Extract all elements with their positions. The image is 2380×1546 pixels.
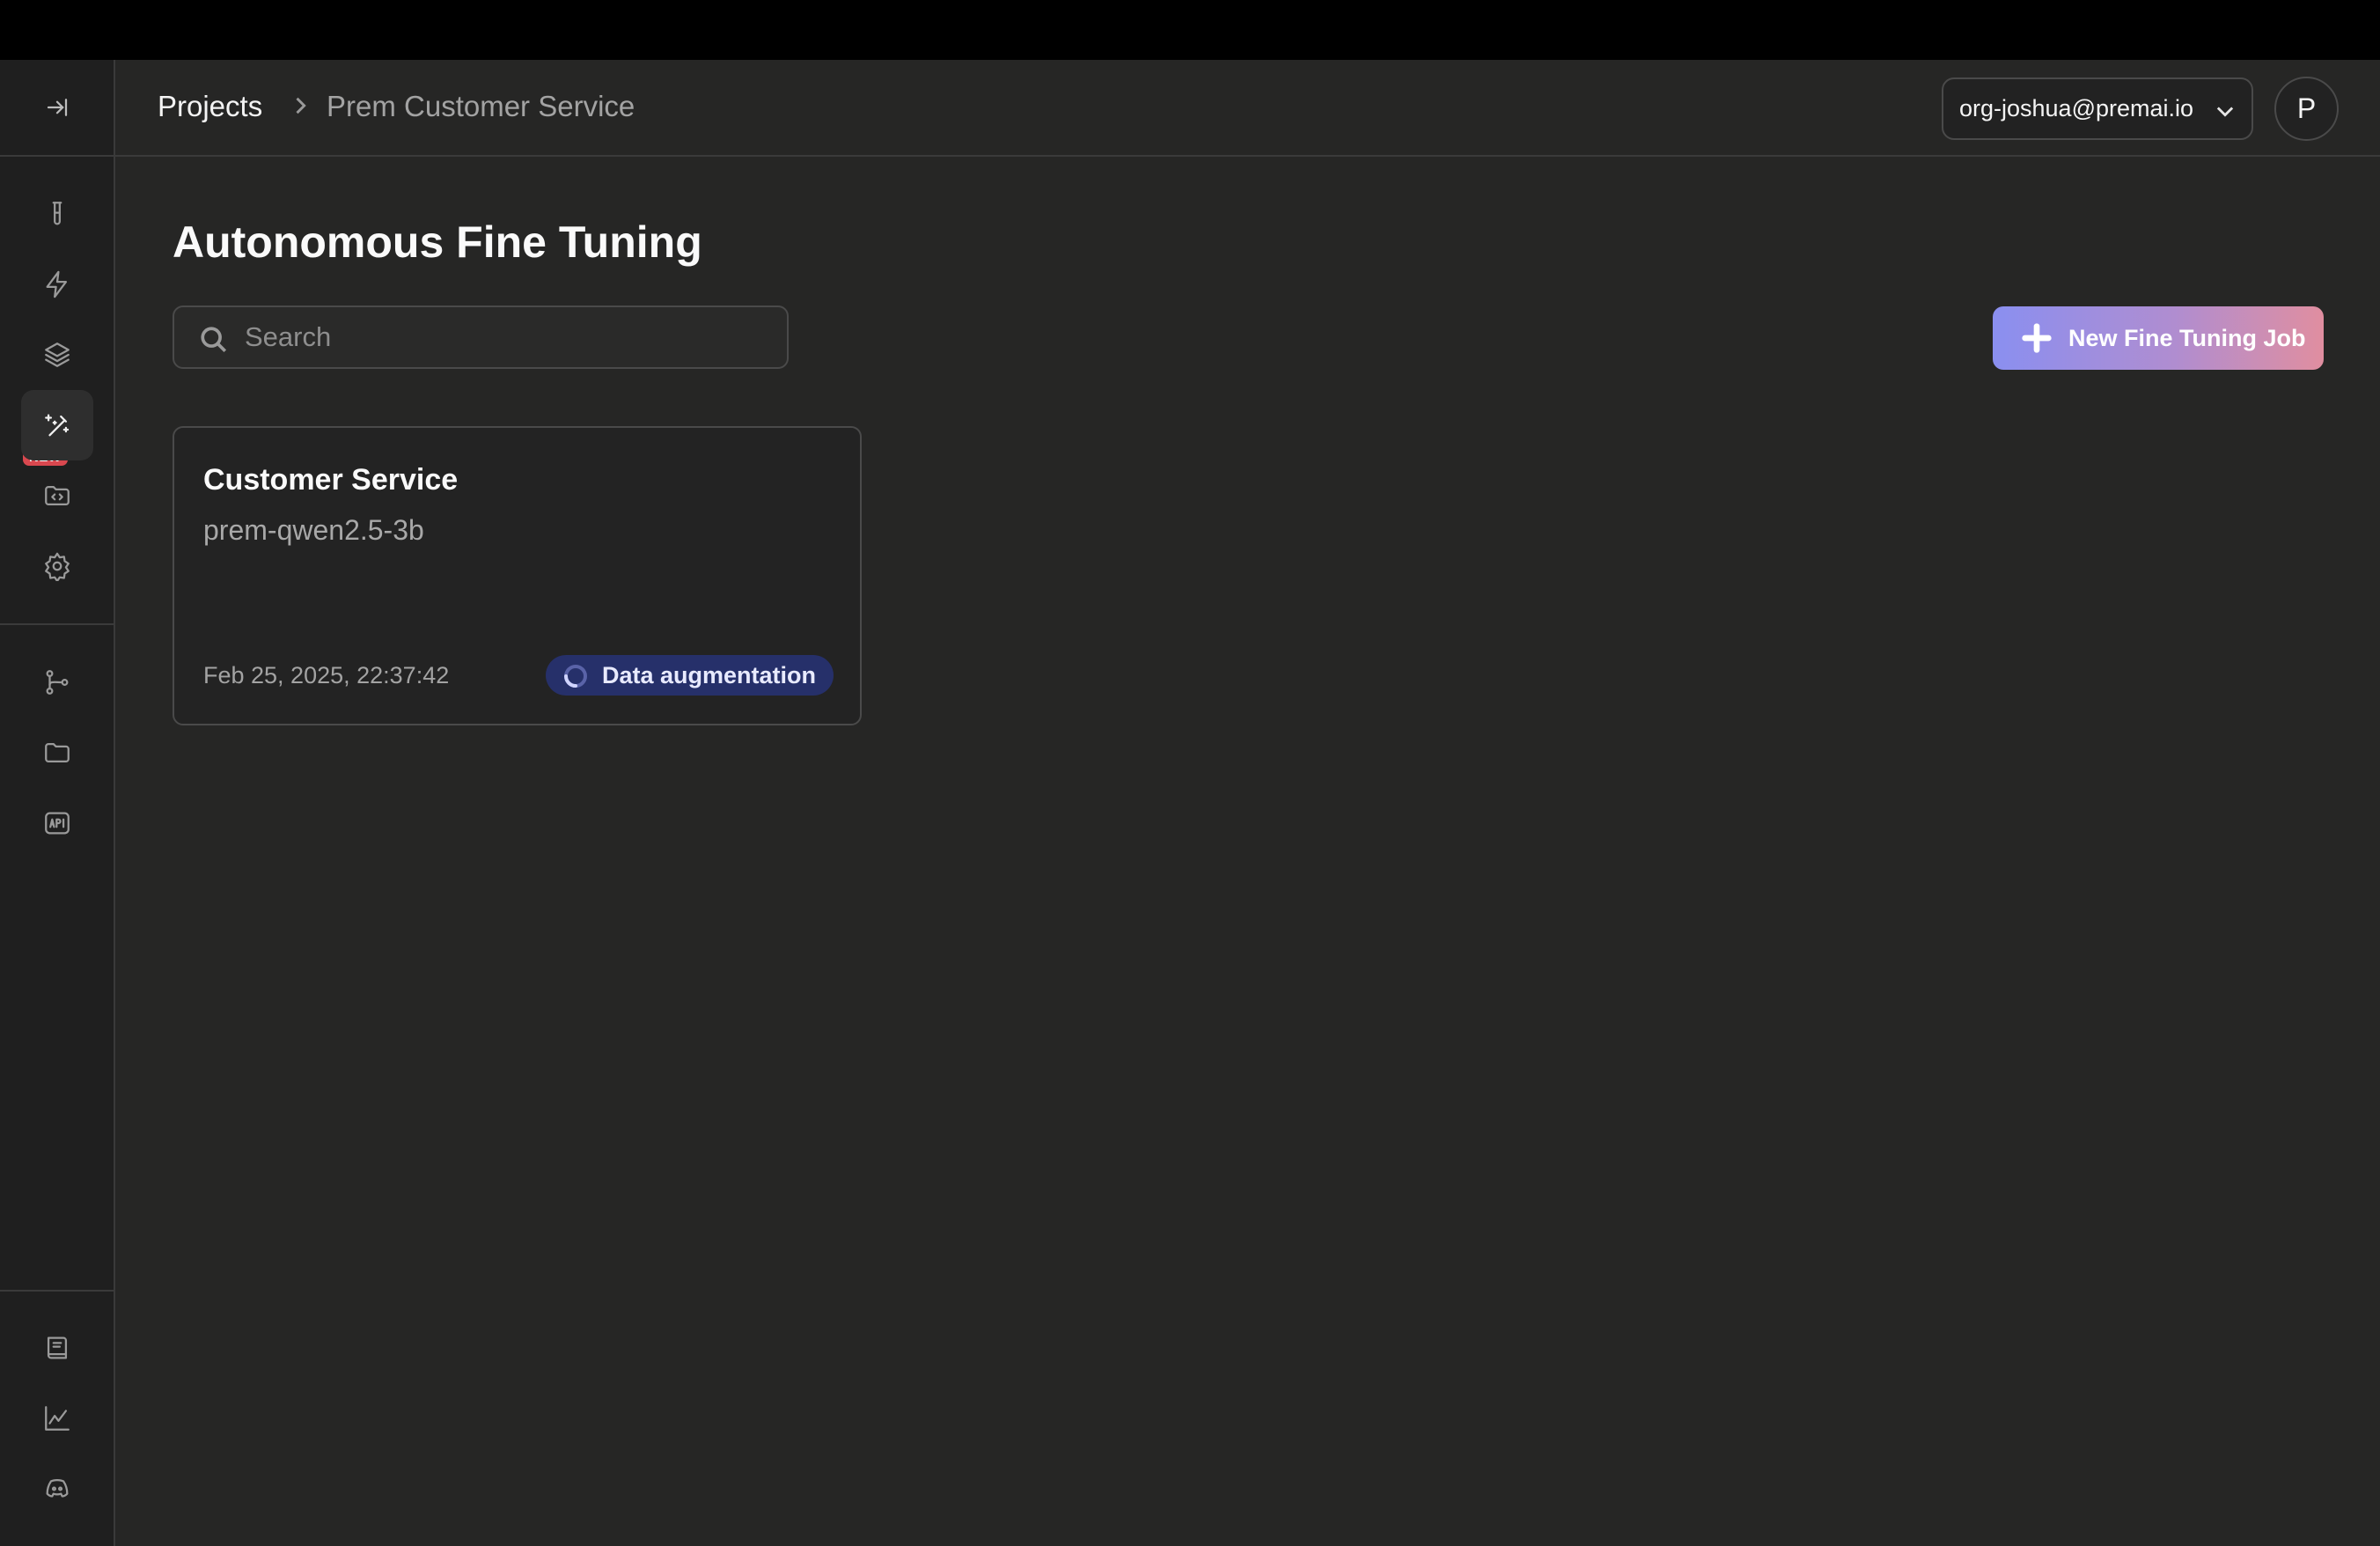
sidebar-item-playground[interactable]	[21, 179, 93, 249]
sidebar-item-code[interactable]	[21, 460, 93, 531]
job-created-date: Feb 25, 2025, 22:37:42	[203, 662, 450, 688]
status-label: Data augmentation	[602, 661, 817, 688]
avatar[interactable]: P	[2274, 77, 2339, 141]
test-tube-icon	[52, 202, 62, 225]
plus-icon	[2022, 323, 2052, 353]
sidebar-divider	[0, 623, 115, 625]
sidebar-divider-bottom	[0, 1290, 115, 1292]
search-input[interactable]	[245, 307, 773, 367]
window-top-bar	[0, 0, 2380, 60]
sidebar-item-api[interactable]	[21, 788, 93, 858]
code-folder-icon	[45, 485, 70, 506]
page-title: Autonomous Fine Tuning	[173, 217, 702, 267]
job-name: Customer Service	[203, 463, 459, 497]
org-selector[interactable]: org-joshua@premai.io	[1942, 77, 2253, 140]
sidebar-item-settings[interactable]	[21, 531, 93, 601]
job-model: prem-qwen2.5-3b	[203, 514, 424, 546]
discord-icon	[46, 1478, 69, 1498]
sidebar-item-launchpad[interactable]	[21, 249, 93, 320]
api-icon	[45, 812, 70, 835]
expand-sidebar-icon[interactable]	[44, 94, 70, 121]
spinner-icon	[564, 665, 587, 688]
sidebar-item-analytics[interactable]	[21, 1383, 93, 1454]
magic-wand-icon	[45, 414, 70, 437]
lightning-icon	[46, 270, 68, 298]
sidebar-item-pipelines[interactable]	[21, 647, 93, 718]
sidebar-item-datasets[interactable]	[21, 718, 93, 788]
sidebar-collapse-row	[0, 60, 114, 157]
folder-icon	[45, 742, 70, 763]
layers-icon	[45, 342, 70, 367]
git-branch-icon	[46, 670, 69, 695]
sidebar-item-discord[interactable]	[21, 1454, 93, 1524]
gear-icon	[45, 552, 70, 581]
sidebar-item-fine-tuning[interactable]	[21, 390, 93, 460]
new-job-button-label: New Fine Tuning Job	[2068, 324, 2306, 351]
chevron-right-icon	[288, 93, 312, 122]
docs-book-icon	[47, 1336, 68, 1359]
breadcrumb-projects[interactable]: Projects	[158, 90, 262, 123]
new-fine-tuning-job-button[interactable]: New Fine Tuning Job	[1993, 306, 2324, 370]
search-box[interactable]	[173, 306, 789, 369]
job-card[interactable]: Customer Service prem-qwen2.5-3b Feb 25,…	[173, 426, 862, 725]
sidebar-item-docs[interactable]	[21, 1313, 93, 1383]
chevron-down-icon	[2216, 107, 2234, 117]
sidebar: NEW	[0, 60, 115, 1546]
line-chart-icon	[45, 1406, 70, 1431]
sidebar-item-models[interactable]	[21, 320, 93, 390]
org-selector-value: org-joshua@premai.io	[1959, 95, 2194, 121]
header: Projects Prem Customer Service org-joshu…	[115, 60, 2380, 157]
breadcrumb-current-project[interactable]: Prem Customer Service	[327, 90, 635, 123]
search-icon	[201, 327, 227, 353]
status-badge: Data augmentation	[546, 655, 834, 696]
